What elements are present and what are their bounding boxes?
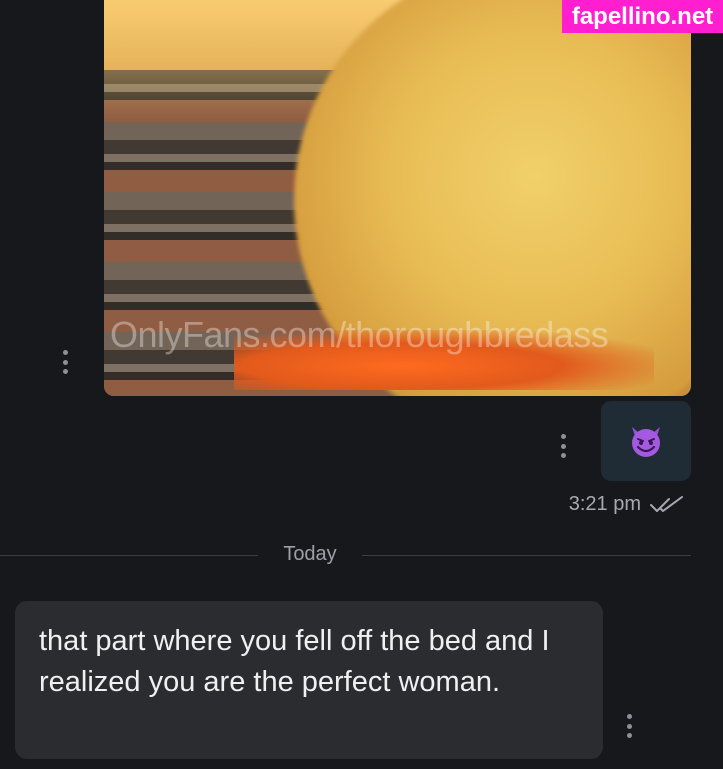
incoming-message-text: that part where you fell off the bed and… <box>39 625 550 698</box>
outgoing-emoji-bubble[interactable] <box>601 401 691 481</box>
message-meta: 3:21 pm <box>569 493 685 516</box>
site-badge: fapellino.net <box>562 0 723 33</box>
media-options-kebab-icon[interactable] <box>60 350 70 374</box>
incoming-message-bubble[interactable]: that part where you fell off the bed and… <box>15 601 603 759</box>
incoming-message-options-kebab-icon[interactable] <box>624 714 634 738</box>
date-divider-label: Today <box>283 543 337 565</box>
divider-line-left <box>0 555 258 556</box>
message-time: 3:21 pm <box>568 493 641 515</box>
emoji-message-options-kebab-icon[interactable] <box>558 434 568 458</box>
divider-line-right <box>362 555 691 556</box>
smiling-face-with-horns-icon <box>632 427 660 457</box>
media-message-image[interactable]: OnlyFans.com/thoroughbredass <box>104 0 691 396</box>
double-check-icon <box>650 495 683 512</box>
date-divider: Today <box>0 540 723 570</box>
media-watermark: OnlyFans.com/thoroughbredass <box>110 314 609 355</box>
